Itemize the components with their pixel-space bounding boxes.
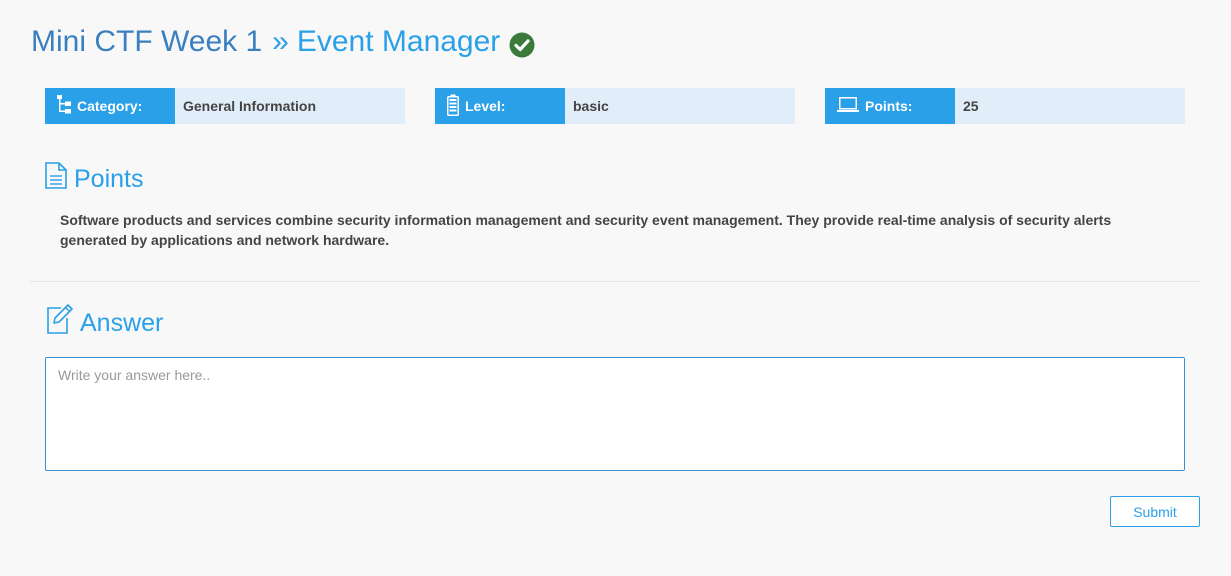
edit-icon (47, 304, 80, 341)
breadcrumb-current: Event Manager (296, 25, 501, 58)
challenge-page: Mini CTF Week 1 » Event Manager Category… (0, 0, 1231, 576)
points-info: Points: 25 (825, 88, 1185, 124)
level-value: basic (565, 88, 795, 124)
laptop-icon (837, 96, 865, 116)
level-label: Level: (465, 98, 506, 114)
document-icon (45, 162, 74, 196)
section-divider (30, 281, 1200, 282)
breadcrumb-parent[interactable]: Mini CTF Week 1 (31, 22, 262, 62)
breadcrumb-separator: » (272, 25, 289, 58)
level-label-box: Level: (435, 88, 565, 124)
level-info: Level: basic (435, 88, 795, 124)
answer-heading-text: Answer (80, 308, 164, 337)
check-circle-icon (509, 29, 535, 58)
points-heading: Points (45, 162, 143, 196)
points-label: Points: (865, 98, 913, 114)
points-label-box: Points: (825, 88, 955, 124)
battery-icon (447, 94, 465, 119)
answer-heading: Answer (47, 304, 163, 341)
category-info: Category: General Information (45, 88, 405, 124)
points-value: 25 (955, 88, 1185, 124)
submit-button[interactable]: Submit (1110, 496, 1200, 527)
challenge-description: Software products and services combine s… (60, 212, 1112, 248)
answer-input[interactable] (45, 357, 1185, 471)
category-label: Category: (77, 98, 143, 114)
sitemap-icon (57, 94, 77, 118)
category-value: General Information (175, 88, 405, 124)
page-title: Mini CTF Week 1 » Event Manager (31, 22, 535, 62)
points-heading-text: Points (74, 165, 144, 193)
category-label-box: Category: (45, 88, 175, 124)
